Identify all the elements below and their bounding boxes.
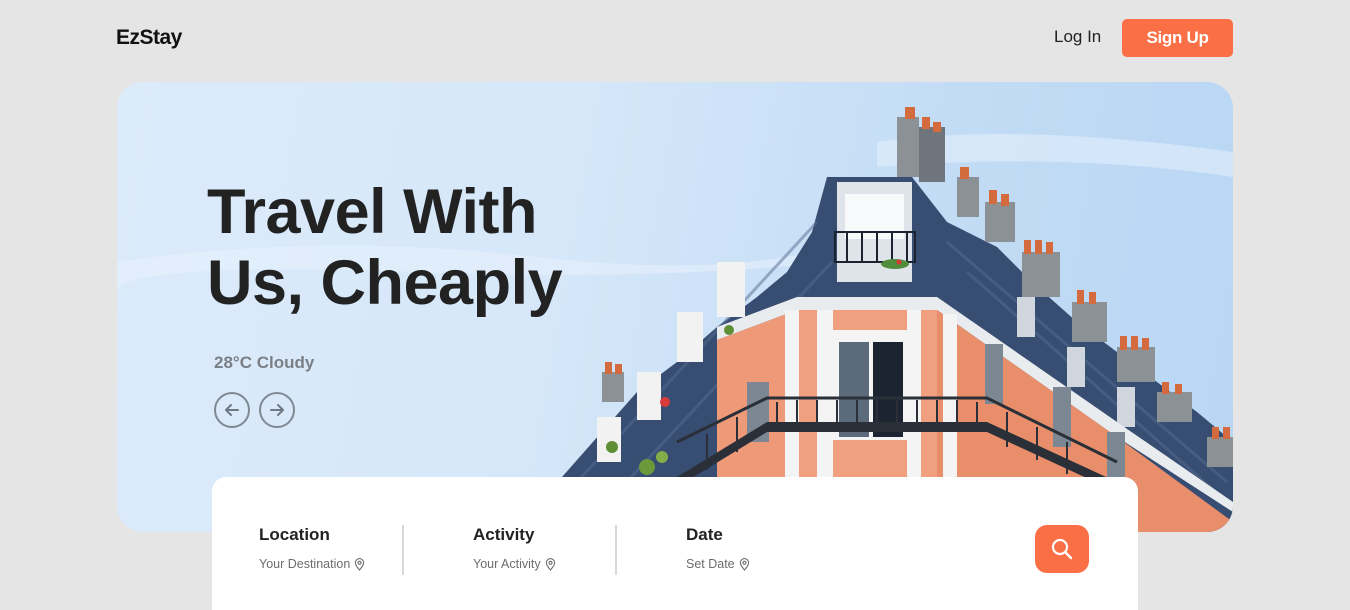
location-pin-icon	[545, 557, 555, 571]
signup-button[interactable]: Sign Up	[1122, 19, 1233, 57]
headline-line-2: Us, Cheaply	[207, 248, 563, 318]
activity-input[interactable]: Your Activity	[473, 557, 556, 571]
location-pin-icon	[739, 557, 749, 571]
date-label: Date	[686, 525, 723, 544]
location-label: Location	[259, 525, 330, 544]
activity-value: Your Activity	[473, 557, 541, 571]
next-slide-button[interactable]	[259, 392, 295, 428]
hero-banner: Travel With Us, Cheaply 28°C Cloudy	[117, 82, 1233, 532]
arrow-left-icon	[225, 404, 239, 416]
arrow-right-icon	[270, 404, 284, 416]
date-input[interactable]: Set Date	[686, 557, 750, 571]
top-navigation: EzStay Log In Sign Up	[0, 0, 1350, 78]
date-value: Set Date	[686, 557, 735, 571]
headline-line-1: Travel With	[207, 177, 538, 247]
login-link[interactable]: Log In	[1054, 27, 1101, 47]
location-input[interactable]: Your Destination	[259, 557, 365, 571]
search-icon	[1051, 538, 1073, 560]
brand-logo[interactable]: EzStay	[116, 26, 182, 50]
prev-slide-button[interactable]	[214, 392, 250, 428]
location-value: Your Destination	[259, 557, 351, 571]
location-pin-icon	[355, 557, 365, 571]
activity-field[interactable]: Activity Your Activity	[473, 525, 556, 571]
weather-text: 28°C Cloudy	[214, 353, 315, 372]
field-divider	[402, 525, 404, 575]
search-panel: Location Your Destination Activity Your …	[212, 477, 1138, 610]
field-divider	[615, 525, 617, 575]
location-field[interactable]: Location Your Destination	[259, 525, 365, 571]
date-field[interactable]: Date Set Date	[686, 525, 750, 571]
hero-headline: Travel With Us, Cheaply	[207, 177, 647, 319]
search-button[interactable]	[1035, 525, 1089, 573]
activity-label: Activity	[473, 525, 535, 544]
